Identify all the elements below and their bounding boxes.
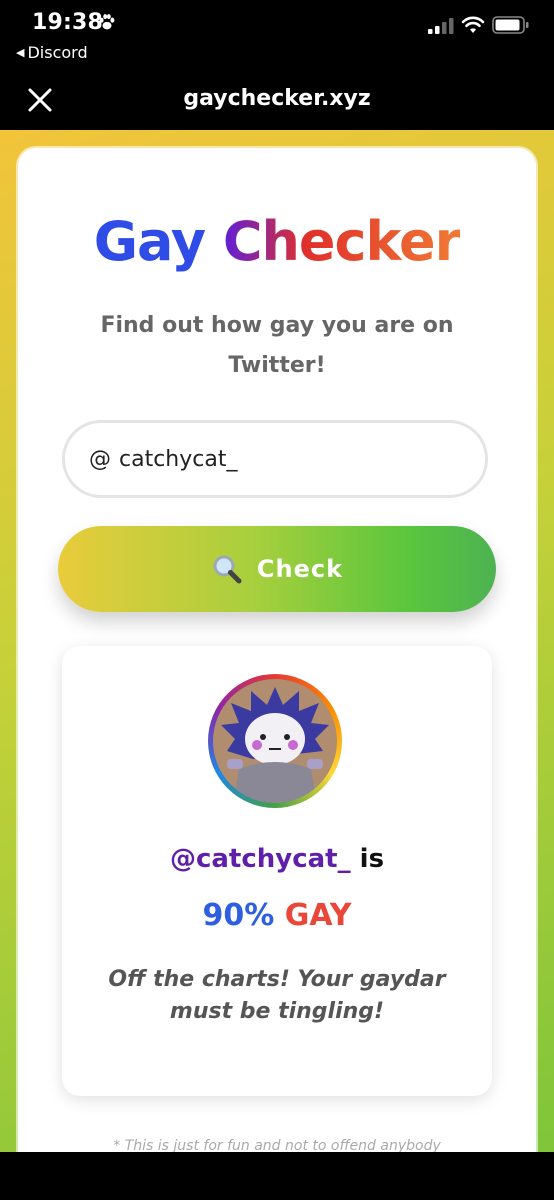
paw-icon xyxy=(99,14,115,30)
result-percent: 90% xyxy=(202,898,275,933)
username-input[interactable] xyxy=(119,446,419,472)
check-button[interactable]: Check xyxy=(58,526,496,612)
app-title: Gay Checker xyxy=(18,210,536,273)
disclaimer: * This is just for fun and not to offend… xyxy=(113,1138,441,1152)
battery-icon xyxy=(492,16,529,34)
page-background: Gay Checker Find out how gay you are on … xyxy=(0,130,554,1152)
result-is: is xyxy=(359,844,385,874)
result-handle: @catchycat_ xyxy=(169,844,351,874)
status-time: 19:38 xyxy=(32,10,104,35)
subtitle: Find out how gay you are on Twitter! xyxy=(100,313,454,378)
avatar xyxy=(208,674,342,808)
status-bar: 19:38 ◀ Discord xyxy=(0,0,554,70)
main-card: Gay Checker Find out how gay you are on … xyxy=(18,148,536,1152)
result-score: 90% GAY xyxy=(62,898,492,933)
result-card: @catchycat_ is 90% GAY Off the charts! Y… xyxy=(62,646,492,1096)
wifi-icon xyxy=(461,16,485,33)
back-arrow-icon: ◀ xyxy=(16,46,25,59)
browser-nav-bar: gaychecker.xyz xyxy=(0,70,554,130)
page-url-title: gaychecker.xyz xyxy=(183,86,371,111)
profile-picture xyxy=(213,679,337,803)
check-button-label: Check xyxy=(256,555,344,583)
back-to-app-link[interactable]: ◀ Discord xyxy=(16,43,88,62)
title-gay: Gay xyxy=(93,210,206,273)
back-app-label: Discord xyxy=(27,43,88,62)
title-checker: Checker xyxy=(222,210,461,273)
cellular-signal-icon xyxy=(428,18,454,34)
result-handle-line: @catchycat_ is xyxy=(62,844,492,874)
result-verdict: Off the charts! Your gaydar must be ting… xyxy=(108,967,446,1024)
result-gay-word: GAY xyxy=(284,898,352,933)
username-field[interactable]: @ xyxy=(62,420,488,498)
at-prefix: @ xyxy=(89,446,111,472)
bottom-bar xyxy=(0,1152,554,1200)
magnifier-icon xyxy=(213,555,242,584)
